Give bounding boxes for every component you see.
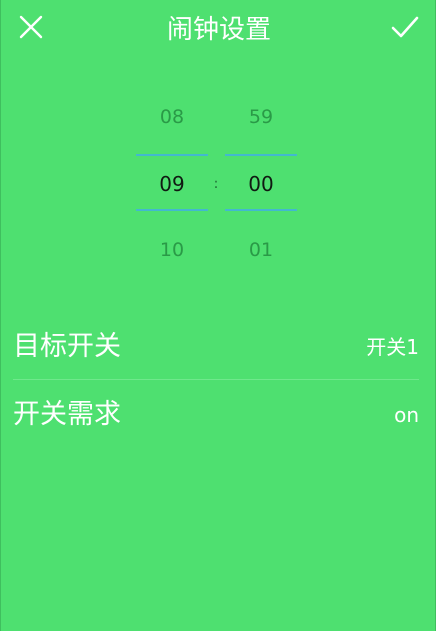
switch-demand-row[interactable]: 开关需求 on — [13, 387, 419, 443]
confirm-button[interactable] — [387, 10, 423, 46]
minute-selection-line-bottom — [225, 209, 297, 211]
switch-demand-value: on — [394, 403, 419, 427]
time-picker: 08 09 10 : 59 00 01 — [1, 95, 436, 275]
time-separator: : — [213, 176, 219, 192]
minute-selected[interactable]: 00 — [225, 162, 297, 206]
target-switch-row[interactable]: 目标开关 开关1 — [13, 319, 419, 375]
target-switch-value: 开关1 — [366, 335, 419, 359]
alarm-settings-screen: 闹钟设置 08 09 10 : 59 00 01 目标开关 开关1 开关需求 o — [0, 0, 436, 631]
check-icon — [391, 16, 419, 38]
minute-prev[interactable]: 59 — [225, 95, 297, 139]
hour-prev[interactable]: 08 — [136, 95, 208, 139]
row-divider — [13, 379, 419, 380]
target-switch-label: 目标开关 — [13, 331, 121, 362]
hour-selection-line-top — [136, 154, 208, 156]
hour-next[interactable]: 10 — [136, 228, 208, 272]
switch-demand-label: 开关需求 — [13, 399, 121, 430]
top-bar: 闹钟设置 — [1, 0, 436, 60]
minute-selection-line-top — [225, 154, 297, 156]
hour-selection-line-bottom — [136, 209, 208, 211]
hour-selected[interactable]: 09 — [136, 162, 208, 206]
page-title: 闹钟设置 — [166, 15, 271, 45]
minute-next[interactable]: 01 — [225, 228, 297, 272]
